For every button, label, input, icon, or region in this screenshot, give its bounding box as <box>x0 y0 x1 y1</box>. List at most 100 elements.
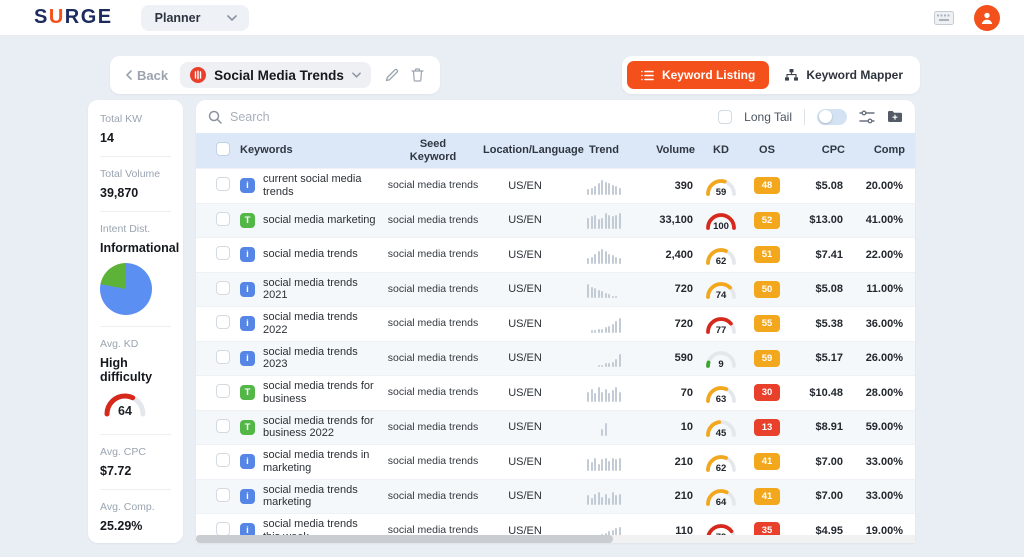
select-all-checkbox[interactable] <box>216 141 230 156</box>
table-row[interactable]: i social media trends 2021 social media … <box>196 271 915 306</box>
trend-sparkline <box>567 177 641 195</box>
planner-dropdown[interactable]: Planner <box>140 4 249 31</box>
row-checkbox[interactable] <box>216 246 230 261</box>
keyword-text[interactable]: social media trends in marketing <box>263 449 377 474</box>
table-row[interactable]: T social media trends for business socia… <box>196 375 915 410</box>
table-row[interactable]: T social media marketing social media tr… <box>196 202 915 237</box>
table-header: Keywords Seed Keyword Location/Language … <box>196 133 915 168</box>
table-row[interactable]: i social media trends marketing social m… <box>196 478 915 513</box>
total-kw-label: Total KW <box>100 113 143 125</box>
back-label: Back <box>137 67 169 83</box>
intent-badge: T <box>240 385 255 401</box>
kd-gauge: 74 <box>695 278 747 300</box>
long-tail-checkbox[interactable] <box>718 109 733 124</box>
row-checkbox[interactable] <box>216 177 230 192</box>
keyword-text[interactable]: social media trends 2023 <box>263 346 377 371</box>
table-row[interactable]: i social media trends 2023 social media … <box>196 340 915 375</box>
back-button[interactable]: Back <box>120 68 174 83</box>
table-row[interactable]: T social media trends for business 2022 … <box>196 409 915 444</box>
keyword-table-panel: Long Tail Keywords Seed Keyword Location… <box>196 100 915 543</box>
row-checkbox[interactable] <box>216 349 230 364</box>
keyword-text[interactable]: social media trends 2022 <box>263 311 377 336</box>
column-seed-keyword: Seed Keyword <box>409 137 457 163</box>
row-checkbox[interactable] <box>216 384 230 399</box>
row-checkbox[interactable] <box>216 315 230 330</box>
chevron-down-icon <box>352 72 361 78</box>
divider <box>804 108 805 125</box>
row-checkbox[interactable] <box>216 280 230 295</box>
horizontal-scrollbar[interactable] <box>196 535 915 543</box>
trend-sparkline <box>567 384 641 402</box>
comp-value: 11.00% <box>866 283 903 296</box>
seed-keyword: social media trends <box>387 489 479 502</box>
keyword-text[interactable]: current social media trends <box>263 173 377 198</box>
trend-sparkline <box>567 315 641 333</box>
intent-dist-label: Intent Dist. <box>100 223 151 235</box>
seed-keyword: social media trends <box>387 351 479 364</box>
keyword-text[interactable]: social media trends 2021 <box>263 277 377 302</box>
seed-keyword: social media trends <box>387 420 479 433</box>
keyword-text[interactable]: social media marketing <box>263 214 376 227</box>
row-checkbox[interactable] <box>216 487 230 502</box>
comp-value: 59.00% <box>865 421 903 434</box>
save-to-folder-button[interactable] <box>887 110 903 123</box>
kd-gauge: 45 <box>695 416 747 438</box>
os-badge: 41 <box>754 487 780 505</box>
volume-value: 720 <box>674 283 693 296</box>
trend-sparkline <box>567 280 641 299</box>
comp-value: 26.00% <box>865 352 903 365</box>
column-volume: Volume <box>656 144 695 157</box>
cpc-value: $7.00 <box>815 455 843 468</box>
svg-text:62: 62 <box>716 256 727 266</box>
trend-sparkline <box>567 349 641 368</box>
topbar: SURGE Planner <box>0 0 1024 36</box>
intent-badge: T <box>240 212 255 228</box>
cpc-value: $5.08 <box>815 179 843 192</box>
view-toggle[interactable] <box>817 108 847 125</box>
user-avatar[interactable] <box>974 4 1000 31</box>
delete-button[interactable] <box>405 68 430 82</box>
kd-gauge: 77 <box>695 313 747 335</box>
table-row[interactable]: i current social media trends social med… <box>196 168 915 203</box>
total-volume-value: 39,870 <box>100 186 139 200</box>
column-cpc: CPC <box>821 144 845 157</box>
intent-badge: T <box>240 419 255 435</box>
keyword-mapper-button[interactable]: Keyword Mapper <box>773 61 915 89</box>
cpc-value: $13.00 <box>809 214 843 227</box>
filters-button[interactable] <box>859 110 875 124</box>
folder-icon <box>888 111 902 123</box>
trend-sparkline <box>567 487 641 506</box>
table-row[interactable]: i social media trends 2022 social media … <box>196 306 915 341</box>
avg-kd-label: Avg. KD <box>100 338 139 350</box>
scrollbar-thumb[interactable] <box>196 535 614 543</box>
cpc-value: $8.91 <box>815 421 843 434</box>
edit-button[interactable] <box>379 68 405 82</box>
keyboard-shortcuts-button[interactable] <box>934 10 954 25</box>
app-logo: SURGE <box>34 6 113 28</box>
keyword-text[interactable]: social media trends marketing <box>263 484 377 509</box>
search-input[interactable] <box>230 109 530 124</box>
intent-badge: i <box>240 488 255 504</box>
total-volume-label: Total Volume <box>100 168 161 180</box>
column-comp: Comp <box>873 144 905 157</box>
row-checkbox[interactable] <box>216 418 230 433</box>
volume-value: 210 <box>674 455 693 468</box>
keyword-listing-button[interactable]: Keyword Listing <box>626 61 770 89</box>
search-icon <box>208 110 222 124</box>
location-language: US/EN <box>508 248 542 261</box>
trend-sparkline <box>567 453 641 471</box>
keyword-text[interactable]: social media trends <box>263 248 358 261</box>
comp-value: 33.00% <box>865 455 903 468</box>
column-keywords: Keywords <box>240 144 293 157</box>
kd-gauge: 62 <box>695 244 747 266</box>
keyword-text[interactable]: social media trends for business <box>263 380 377 405</box>
svg-text:59: 59 <box>716 187 727 197</box>
row-checkbox[interactable] <box>216 211 230 226</box>
keyword-text[interactable]: social media trends for business 2022 <box>263 415 377 440</box>
row-checkbox[interactable] <box>216 453 230 468</box>
long-tail-label: Long Tail <box>744 109 792 124</box>
project-title-dropdown[interactable]: Social Media Trends <box>180 62 371 88</box>
view-switcher: Keyword Listing Keyword Mapper <box>621 56 920 94</box>
table-row[interactable]: i social media trends in marketing socia… <box>196 444 915 479</box>
table-row[interactable]: i social media trends social media trend… <box>196 237 915 272</box>
